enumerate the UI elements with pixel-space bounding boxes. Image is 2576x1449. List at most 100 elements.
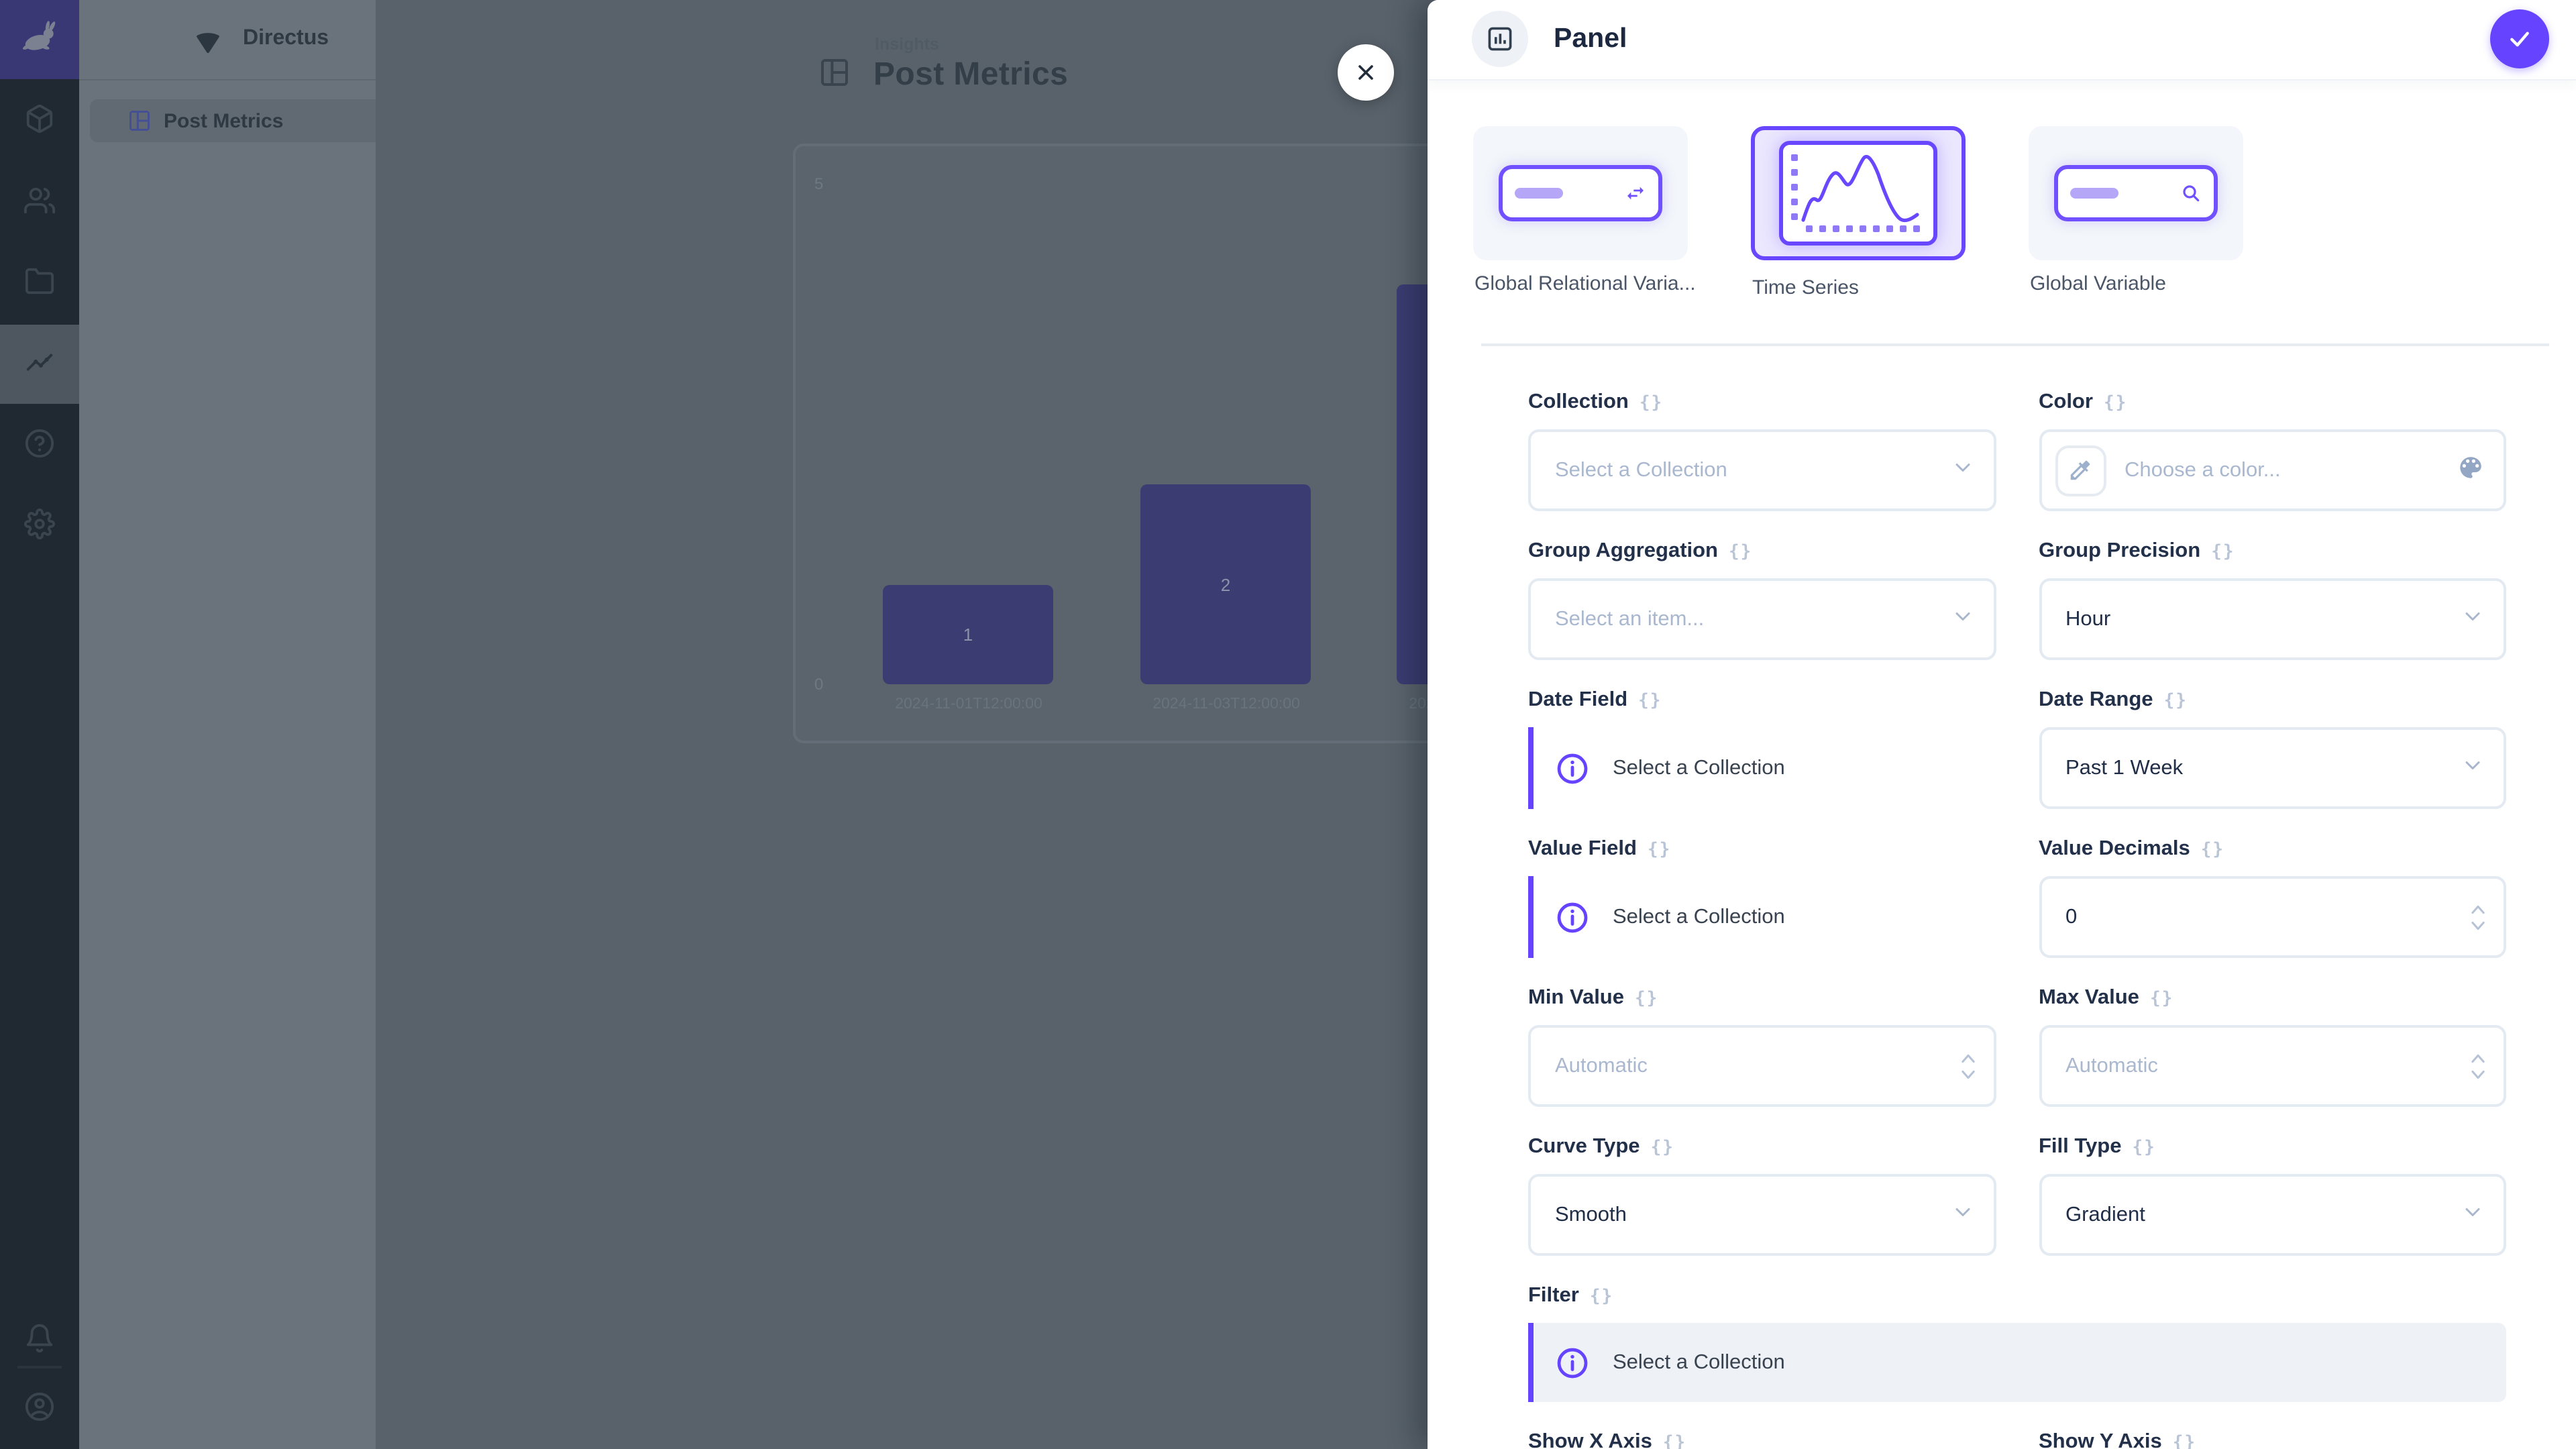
max-value-input[interactable]: Automatic xyxy=(2039,1025,2506,1107)
drawer-title: Panel xyxy=(1554,23,1627,55)
filter-notice: Select a Collection xyxy=(1528,1323,2506,1402)
raw-value-icon[interactable]: {} xyxy=(1651,1137,1674,1157)
insights-timeline-icon xyxy=(24,347,55,384)
raw-value-icon[interactable]: {} xyxy=(1638,690,1662,710)
field-label: Collection xyxy=(1528,390,1629,415)
module-help-button[interactable] xyxy=(0,413,79,479)
notice-text: Select a Collection xyxy=(1613,1350,1785,1375)
field-show-y-axis: Show Y Axis {} xyxy=(2039,1429,2506,1449)
panel-type-global-relational-variable[interactable]: Global Relational Varia... xyxy=(1473,126,1688,260)
number-placeholder: Automatic xyxy=(2065,1054,2158,1078)
eyedropper-icon xyxy=(2068,458,2093,483)
number-stepper[interactable] xyxy=(1958,1051,1977,1081)
date-range-select[interactable]: Past 1 Week xyxy=(2039,727,2506,809)
check-icon xyxy=(2506,25,2533,52)
magnifier-icon xyxy=(2180,182,2202,204)
dashboard-layout-icon xyxy=(127,109,152,133)
bar-2024-11-03: 2 xyxy=(1140,484,1311,684)
module-content-button[interactable] xyxy=(0,89,79,154)
number-value: 0 xyxy=(2065,905,2077,929)
bar-chart-icon xyxy=(1485,24,1515,54)
number-stepper[interactable] xyxy=(2469,1051,2487,1081)
select-placeholder: Select an item... xyxy=(1555,607,1704,631)
panel-type-chooser: Global Relational Varia... xyxy=(1473,126,2243,260)
info-icon xyxy=(1555,751,1590,786)
module-files-button[interactable] xyxy=(0,251,79,317)
field-label: Show Y Axis xyxy=(2039,1430,2162,1449)
bar-value-label: 2 xyxy=(1140,574,1311,594)
module-users-button[interactable] xyxy=(0,170,79,236)
notifications-button[interactable] xyxy=(0,1308,79,1374)
raw-value-icon[interactable]: {} xyxy=(2164,690,2188,710)
rabbit-logo-icon xyxy=(18,15,61,64)
field-show-x-axis: Show X Axis{} xyxy=(1528,1429,1996,1449)
chevron-up-icon xyxy=(1958,1051,1977,1065)
field-label: Filter xyxy=(1528,1284,1579,1308)
select-value: Hour xyxy=(2065,607,2110,631)
panel-type-label: Time Series xyxy=(1752,276,1859,299)
chevron-down-icon xyxy=(1950,455,1974,486)
project-chooser[interactable]: Directus xyxy=(79,0,376,80)
folder-icon xyxy=(24,265,55,303)
raw-value-icon[interactable]: {} xyxy=(1590,1286,1613,1306)
panel-type-time-series[interactable]: Time Series xyxy=(1751,126,1966,260)
raw-value-icon[interactable]: {} xyxy=(2173,1432,2196,1449)
directus-logo-button[interactable] xyxy=(0,0,79,79)
raw-value-icon[interactable]: {} xyxy=(2132,1137,2155,1157)
module-insights-button[interactable] xyxy=(0,333,79,398)
save-panel-button[interactable] xyxy=(2490,9,2549,68)
field-label: Group Aggregation xyxy=(1528,539,1718,564)
select-value: Past 1 Week xyxy=(2065,756,2183,780)
field-label: Min Value xyxy=(1528,986,1624,1010)
field-label: Color xyxy=(2039,390,2093,415)
relational-variable-illustration xyxy=(1499,165,1662,221)
field-group-precision: Group Precision{} Hour xyxy=(2039,538,2506,660)
project-name: Directus xyxy=(243,27,329,51)
swap-arrows-icon xyxy=(1625,182,1646,204)
raw-value-icon[interactable]: {} xyxy=(1729,541,1752,561)
bell-icon xyxy=(24,1322,55,1360)
number-stepper[interactable] xyxy=(2469,902,2487,932)
notice-text: Select a Collection xyxy=(1613,905,1785,929)
select-placeholder: Select a Collection xyxy=(1555,458,1727,482)
raw-value-icon[interactable]: {} xyxy=(1663,1432,1686,1449)
value-decimals-input[interactable]: 0 xyxy=(2039,876,2506,958)
curve-type-select[interactable]: Smooth xyxy=(1528,1174,1996,1256)
field-date-field: Date Field{} Select a Collection xyxy=(1528,687,1996,809)
users-icon xyxy=(24,184,55,222)
x-axis-tick: 2024-11-01T12:00:00 xyxy=(855,696,1083,712)
group-precision-select[interactable]: Hour xyxy=(2039,578,2506,660)
panel-type-global-variable[interactable]: Global Variable xyxy=(2029,126,2243,260)
raw-value-icon[interactable]: {} xyxy=(1648,839,1671,859)
bar-2024-11-01: 1 xyxy=(883,585,1053,684)
fill-type-select[interactable]: Gradient xyxy=(2039,1174,2506,1256)
color-swatch-button[interactable] xyxy=(2055,445,2106,496)
field-value-decimals: Value Decimals{} 0 xyxy=(2039,836,2506,958)
chevron-down-icon xyxy=(2461,1199,2485,1230)
field-date-range: Date Range{} Past 1 Week xyxy=(2039,687,2506,809)
field-group-aggregation: Group Aggregation {} Select an item... xyxy=(1528,538,1996,660)
raw-value-icon[interactable]: {} xyxy=(2104,392,2127,413)
panel-icon-badge xyxy=(1472,11,1528,67)
raw-value-icon[interactable]: {} xyxy=(2201,839,2224,859)
min-value-input[interactable]: Automatic xyxy=(1528,1025,1996,1107)
nav-sidebar: Directus Post Metrics xyxy=(79,0,376,1449)
color-input[interactable]: Choose a color... xyxy=(2039,429,2506,511)
palette-icon[interactable] xyxy=(2457,453,2485,488)
account-button[interactable] xyxy=(0,1377,79,1442)
raw-value-icon[interactable]: {} xyxy=(2211,541,2235,561)
chevron-up-icon xyxy=(2469,1051,2487,1065)
page-title: Post Metrics xyxy=(873,56,1068,94)
panel-type-label: Global Relational Varia... xyxy=(1474,272,1696,295)
drawer-close-button[interactable] xyxy=(1338,44,1394,101)
date-field-notice: Select a Collection xyxy=(1528,727,1996,809)
raw-value-icon[interactable]: {} xyxy=(1635,988,1658,1008)
collection-select[interactable]: Select a Collection xyxy=(1528,429,1996,511)
group-aggregation-select[interactable]: Select an item... xyxy=(1528,578,1996,660)
module-settings-button[interactable] xyxy=(0,494,79,559)
y-axis-tick-min: 0 xyxy=(814,675,841,694)
raw-value-icon[interactable]: {} xyxy=(2150,988,2174,1008)
raw-value-icon[interactable]: {} xyxy=(1640,392,1663,413)
panel-options-form: Collection {} Select a Collection Color {}… xyxy=(1528,346,2506,1449)
field-color: Color {} Choose a color... xyxy=(2039,389,2506,511)
